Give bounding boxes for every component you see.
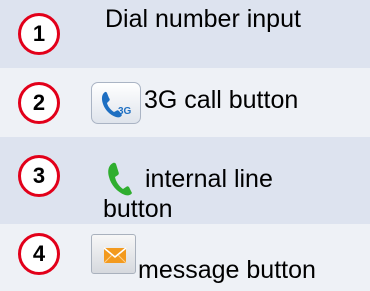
number-badge: 3 [18,155,60,197]
legend-row-3g-call-button: 2 3G 3G call button [0,68,370,137]
legend-label: Dial number input [105,5,301,33]
button-legend: 1 Dial number input 2 3G 3G call button … [0,0,370,291]
number-badge: 2 [18,82,60,124]
legend-label-line2: button [103,195,173,223]
envelope-icon [91,234,136,274]
legend-label: 3G call button [144,86,299,114]
legend-row-dial-number-input: 1 Dial number input [0,0,370,68]
legend-label-line1: internal line [145,165,273,193]
green-phone-icon [105,161,145,197]
legend-row-message-button: 4 message button [0,224,370,291]
legend-row-internal-line-button: 3 internal line button [0,137,370,224]
legend-label: message button [138,256,316,284]
3g-icon-text: 3G [118,106,132,117]
number-badge: 4 [18,233,60,275]
number-badge: 1 [18,13,60,55]
3g-call-icon: 3G [91,82,141,124]
